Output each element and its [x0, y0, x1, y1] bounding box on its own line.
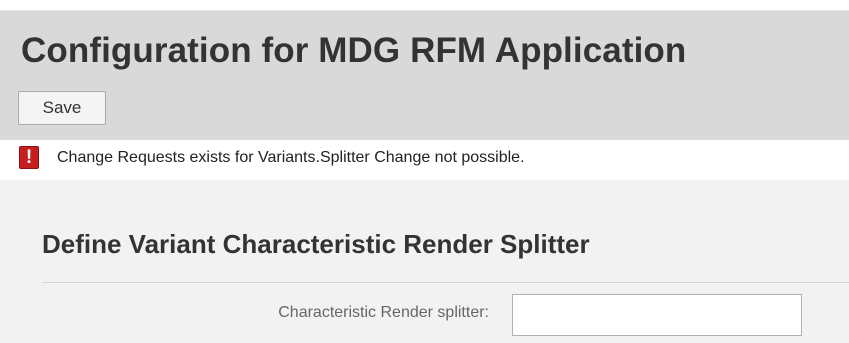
splitter-field-label: Characteristic Render splitter: [278, 304, 489, 321]
error-exclamation-icon: ! [19, 146, 39, 169]
save-button[interactable]: Save [18, 91, 106, 125]
top-strip [0, 0, 849, 10]
section-divider [42, 282, 849, 283]
message-bar: ! Change Requests exists for Variants.Sp… [0, 140, 849, 180]
page-header: Configuration for MDG RFM Application Sa… [0, 10, 849, 140]
section-title: Define Variant Characteristic Render Spl… [42, 229, 590, 259]
page-title: Configuration for MDG RFM Application [21, 31, 687, 70]
splitter-input[interactable] [512, 294, 802, 336]
error-message-text: Change Requests exists for Variants.Spli… [57, 149, 525, 166]
